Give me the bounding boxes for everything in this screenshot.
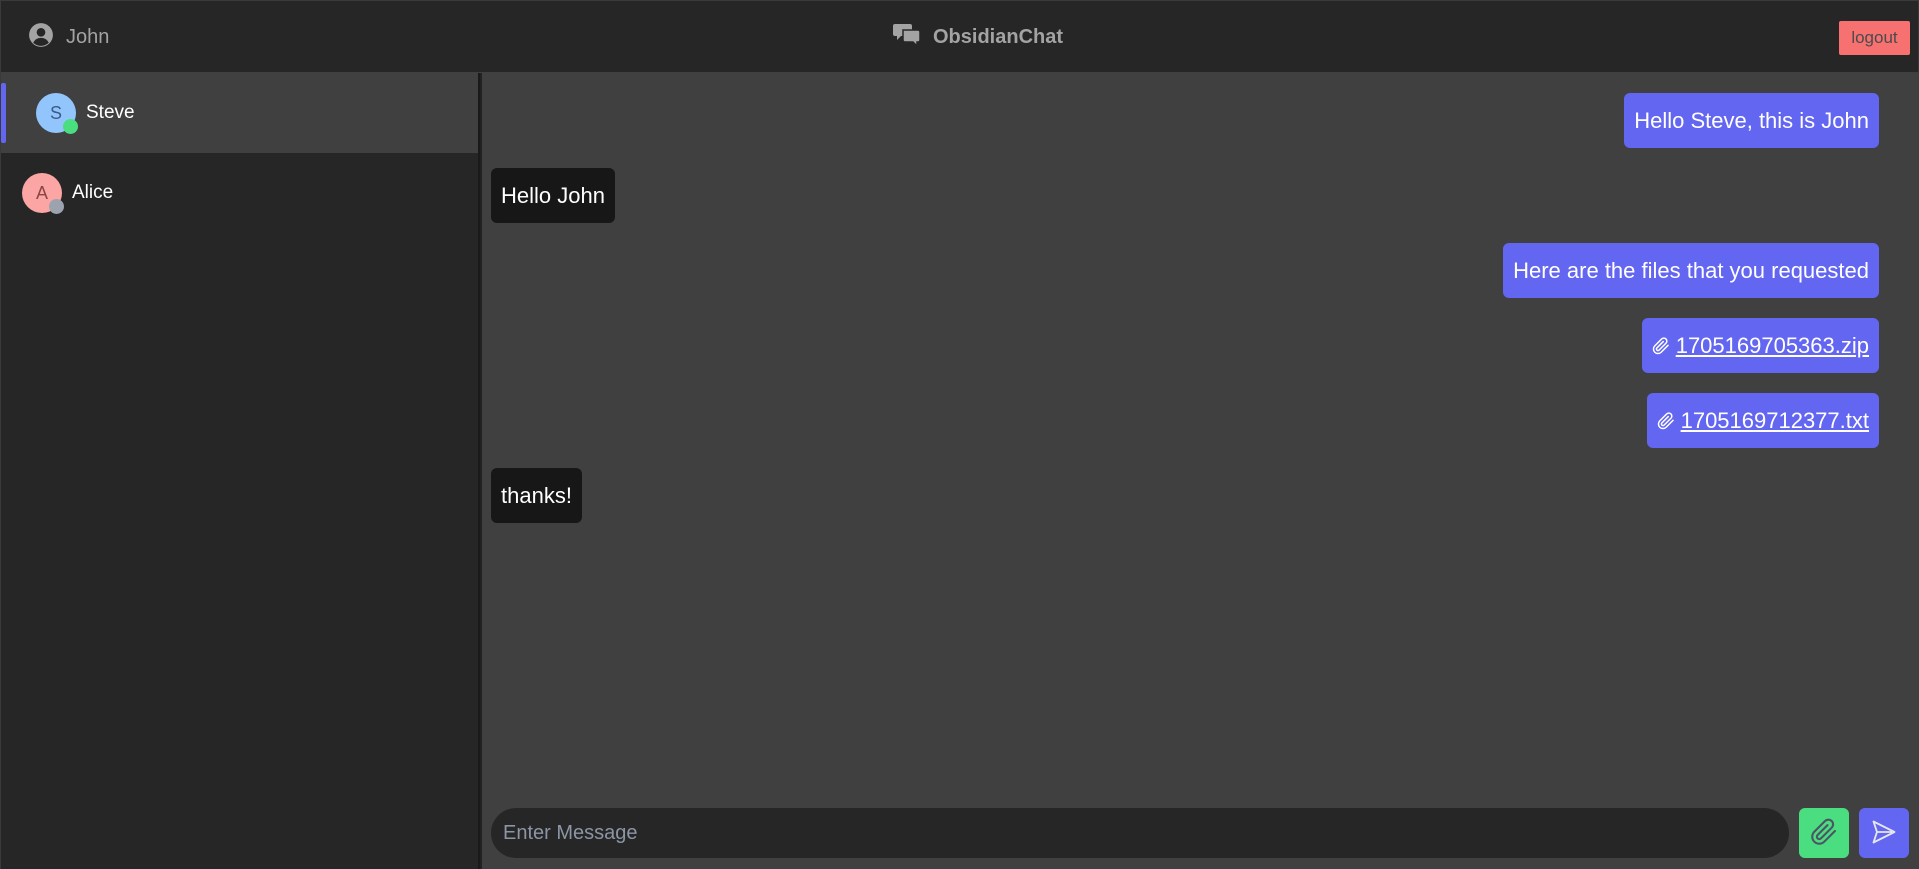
top-bar: John ObsidianChat logout	[0, 0, 1919, 73]
logout-button[interactable]: logout	[1839, 21, 1910, 55]
message-bubble-received: Hello John	[491, 168, 615, 223]
contact-name: Alice	[72, 182, 114, 203]
current-user-name: John	[66, 25, 110, 48]
online-status-dot	[63, 119, 78, 134]
contact-name: Steve	[86, 102, 135, 123]
message-text: thanks!	[501, 482, 572, 508]
paperclip-icon	[1652, 336, 1670, 355]
send-message-button[interactable]	[1859, 808, 1909, 858]
file-message-bubble: 1705169712377.txt	[1646, 393, 1879, 448]
current-user: John	[28, 22, 110, 53]
send-icon	[1870, 818, 1898, 849]
paperclip-icon	[1657, 411, 1675, 430]
message-bubble-sent: Here are the files that you requested	[1503, 243, 1879, 298]
file-download-link[interactable]: 1705169705363.zip	[1676, 333, 1869, 359]
contact-item-steve[interactable]: S Steve	[1, 73, 478, 153]
message-input[interactable]	[491, 808, 1789, 858]
message-bubble-received: thanks!	[491, 468, 582, 523]
avatar: A	[22, 173, 64, 214]
avatar-initial: S	[49, 102, 62, 123]
avatar-initial: A	[35, 182, 48, 203]
message-bubble-sent: Hello Steve, this is John	[1624, 93, 1879, 148]
chat-bubbles-icon	[893, 22, 921, 53]
message-text: Hello Steve, this is John	[1634, 107, 1869, 133]
offline-status-dot	[49, 199, 64, 214]
file-download-link[interactable]: 1705169712377.txt	[1681, 408, 1869, 434]
attach-file-button[interactable]	[1799, 808, 1849, 858]
user-circle-icon	[28, 22, 54, 53]
paperclip-icon	[1810, 818, 1838, 849]
message-text: Here are the files that you requested	[1513, 257, 1869, 283]
contact-item-alice[interactable]: A Alice	[1, 153, 478, 233]
app-brand: ObsidianChat	[893, 23, 1063, 51]
app-name: ObsidianChat	[933, 25, 1064, 48]
message-text: Hello John	[501, 182, 605, 208]
chat-panel: Hello Steve, this is John Hello John Her…	[482, 73, 1919, 869]
contacts-sidebar: S Steve A Alice	[0, 73, 480, 869]
avatar: S	[36, 93, 78, 134]
file-message-bubble: 1705169705363.zip	[1641, 318, 1879, 373]
active-indicator	[1, 83, 6, 143]
